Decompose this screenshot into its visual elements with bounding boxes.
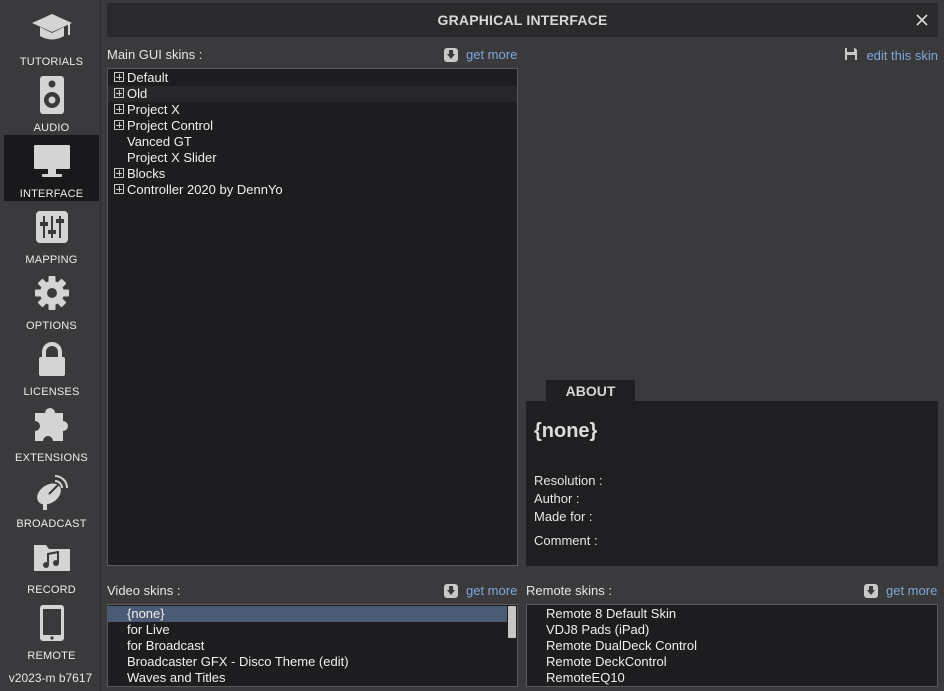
expand-icon[interactable]: [114, 120, 124, 130]
main-skins-label: Main GUI skins :: [107, 47, 203, 62]
list-item[interactable]: RemoteEQ10: [527, 670, 937, 686]
nav-label: EXTENSIONS: [15, 452, 88, 464]
nav-label: OPTIONS: [26, 320, 77, 332]
nav-broadcast[interactable]: BROADCAST: [4, 465, 99, 531]
nav-label: RECORD: [27, 584, 76, 596]
expand-icon[interactable]: [114, 104, 124, 114]
nav-audio[interactable]: AUDIO: [4, 69, 99, 135]
nav-label: TUTORIALS: [19, 56, 84, 68]
main-skins-get-more-link[interactable]: get more: [444, 47, 517, 62]
puzzle-icon: [4, 404, 99, 446]
satellite-dish-icon: [4, 470, 99, 512]
music-folder-icon: [4, 536, 99, 578]
list-item[interactable]: Blocks: [108, 166, 517, 182]
sliders-icon: [4, 206, 99, 248]
about-author: Author :: [534, 491, 580, 506]
nav-label: MAPPING: [25, 254, 78, 266]
expand-icon[interactable]: [114, 184, 124, 194]
list-item[interactable]: Remote 8 Default Skin: [527, 606, 937, 622]
nav-tutorials[interactable]: TUTORIALS: [4, 3, 99, 69]
nav-label: LICENSES: [23, 386, 80, 398]
nav-licenses[interactable]: LICENSES: [4, 333, 99, 399]
nav-extensions[interactable]: EXTENSIONS: [4, 399, 99, 465]
lock-icon: [4, 338, 99, 380]
remote-skins-label: Remote skins :: [526, 583, 612, 598]
download-icon: [444, 583, 458, 598]
expand-icon[interactable]: [114, 168, 124, 178]
remote-skins-list[interactable]: Remote 8 Default Skin VDJ8 Pads (iPad) R…: [526, 604, 938, 687]
list-item[interactable]: Project Control: [108, 118, 517, 134]
version-label: v2023-m b7617: [8, 671, 93, 685]
about-tab: ABOUT: [546, 380, 635, 402]
nav-remote[interactable]: REMOTE: [4, 597, 99, 663]
list-item[interactable]: Project X: [108, 102, 517, 118]
nav-record[interactable]: RECORD: [4, 531, 99, 597]
gear-icon: [4, 272, 99, 314]
get-more-text: get more: [886, 583, 938, 598]
about-panel: {none} Resolution : Author : Made for : …: [526, 401, 938, 566]
remote-skins-get-more-link[interactable]: get more: [864, 583, 937, 598]
list-item[interactable]: Remote DeckControl: [527, 654, 937, 670]
video-skins-list[interactable]: {none} for Live for Broadcast Broadcaste…: [107, 604, 518, 687]
nav-label: INTERFACE: [19, 188, 84, 200]
save-icon: [844, 47, 858, 64]
nav-interface[interactable]: INTERFACE: [4, 135, 99, 201]
list-item[interactable]: Controller 2020 by DennYo: [108, 182, 517, 198]
list-item[interactable]: Project X Slider: [108, 150, 517, 166]
main-skins-list[interactable]: Default Old Project X Project Control Va…: [107, 68, 518, 566]
scrollbar[interactable]: [507, 605, 517, 686]
list-item[interactable]: Vanced GT: [108, 134, 517, 150]
list-item[interactable]: Remote DualDeck Control: [527, 638, 937, 654]
video-skins-label: Video skins :: [107, 583, 181, 598]
list-item[interactable]: {none}: [108, 606, 507, 622]
edit-skin-text: edit this skin: [866, 48, 938, 63]
list-item[interactable]: Waves and Titles: [108, 670, 517, 686]
download-icon: [444, 47, 458, 62]
download-icon: [864, 583, 878, 598]
tablet-icon: [4, 602, 99, 644]
page-title: GRAPHICAL INTERFACE: [437, 12, 608, 28]
close-icon[interactable]: [914, 12, 930, 28]
nav-options[interactable]: OPTIONS: [4, 267, 99, 333]
get-more-text: get more: [466, 583, 518, 598]
expand-icon[interactable]: [114, 72, 124, 82]
list-item[interactable]: VDJ8 Pads (iPad): [527, 622, 937, 638]
list-item[interactable]: for Broadcast: [108, 638, 517, 654]
monitor-icon: [4, 140, 99, 182]
video-skins-get-more-link[interactable]: get more: [444, 583, 517, 598]
about-skin-name: {none}: [534, 420, 598, 442]
list-item[interactable]: Broadcaster GFX - Disco Theme (edit): [108, 654, 517, 670]
about-made-for: Made for :: [534, 509, 593, 524]
sidebar: TUTORIALS AUDIO INTERFACE MAPPING OPTION…: [0, 0, 101, 691]
list-item[interactable]: Old: [108, 86, 517, 102]
about-comment: Comment :: [534, 533, 598, 548]
nav-label: BROADCAST: [16, 518, 87, 530]
about-resolution: Resolution :: [534, 473, 603, 488]
list-item[interactable]: Default: [108, 70, 517, 86]
nav-mapping[interactable]: MAPPING: [4, 201, 99, 267]
get-more-text: get more: [466, 47, 518, 62]
title-bar: GRAPHICAL INTERFACE: [107, 3, 938, 37]
nav-label: AUDIO: [33, 122, 70, 134]
graduation-cap-icon: [4, 8, 99, 50]
nav-label: REMOTE: [27, 650, 76, 662]
expand-icon[interactable]: [114, 88, 124, 98]
list-item[interactable]: for Live: [108, 622, 517, 638]
speaker-icon: [4, 74, 99, 116]
edit-skin-link[interactable]: edit this skin: [844, 47, 938, 64]
scrollbar-thumb[interactable]: [508, 606, 516, 638]
